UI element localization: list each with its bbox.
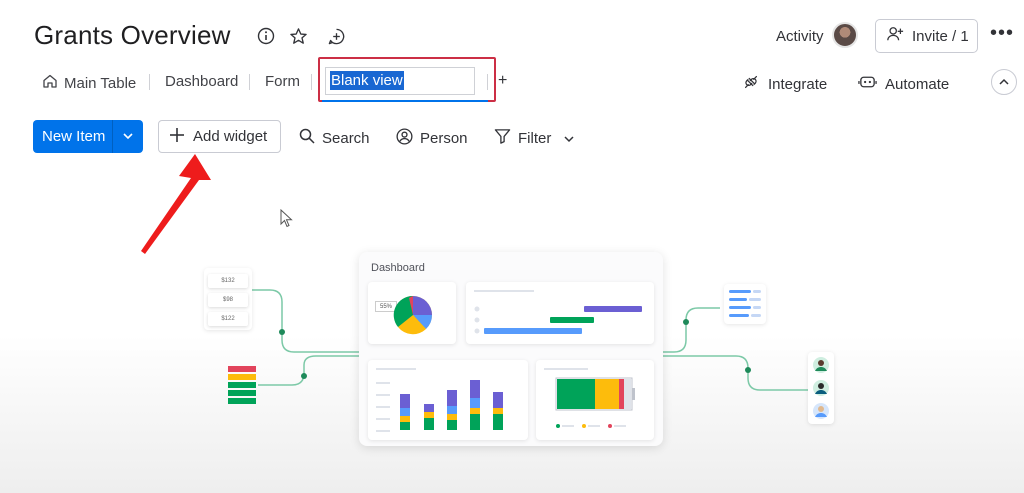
invite-label: Invite / 1 [912,27,969,45]
chevron-down-icon[interactable] [564,130,574,147]
add-widget-button[interactable]: Add widget [158,120,281,153]
illustration-gantt-bars [474,290,642,334]
active-tab-indicator [322,100,488,102]
value-box: $98 [208,293,248,307]
tab-form[interactable]: Form [265,73,300,90]
illustration-stacked-bars [376,368,503,432]
filter-label: Filter [518,129,552,147]
illustration-status-stack [228,366,256,404]
annotation-arrow [141,154,211,254]
chevron-down-icon[interactable] [113,133,143,140]
person-icon [396,128,413,149]
illustration-battery-bar [544,368,635,428]
robot-icon [858,73,877,95]
tab-label: Dashboard [165,73,239,90]
search-button[interactable]: Search [299,128,370,148]
automate-button[interactable]: Automate [858,73,949,95]
plus-icon [169,127,185,147]
chat-add-icon[interactable] [326,26,346,46]
star-icon[interactable] [288,26,308,46]
tab-separator [311,74,312,90]
new-item-label: New Item [42,128,106,145]
person-filter-button[interactable]: Person [396,128,468,149]
add-person-icon [886,25,904,47]
illustration-pie-chart [393,295,433,335]
integrate-label: Integrate [768,75,828,93]
new-item-button[interactable]: New Item [33,120,143,153]
illustration-list-lines [729,290,761,317]
search-label: Search [322,129,370,147]
board-title[interactable]: Grants Overview [34,20,231,51]
tab-label: Form [265,73,300,90]
value-box: $122 [208,312,248,326]
illustration-dashboard-title: Dashboard [371,262,425,274]
filter-button[interactable]: Filter [494,128,574,148]
tab-name-input[interactable]: Blank view [325,67,475,95]
tab-separator [249,74,250,90]
tab-main-table[interactable]: Main Table [42,73,136,93]
tab-label: Main Table [64,74,137,92]
tab-separator [487,74,488,90]
chevron-up-icon [999,73,1009,91]
tab-dashboard[interactable]: Dashboard [165,73,238,90]
collapse-header-button[interactable] [991,69,1017,95]
mouse-cursor-icon [280,209,293,228]
info-icon[interactable] [256,26,276,46]
automate-label: Automate [885,75,950,93]
tab-separator [149,74,150,90]
person-label: Person [420,130,468,147]
add-widget-label: Add widget [193,128,268,145]
search-icon [299,128,315,148]
value-box: $132 [208,274,248,288]
invite-button[interactable]: Invite / 1 [875,19,978,53]
illustration-people-avatars [813,357,829,419]
filter-icon [494,128,511,148]
integrate-icon [742,73,760,95]
integrate-button[interactable]: Integrate [742,73,827,95]
activity-link[interactable]: Activity [776,28,824,45]
more-options-icon[interactable]: ••• [990,22,1014,45]
avatar[interactable] [832,22,858,48]
selected-text: Blank view [330,71,404,90]
add-view-button[interactable]: + [498,72,507,90]
home-icon [42,73,58,93]
